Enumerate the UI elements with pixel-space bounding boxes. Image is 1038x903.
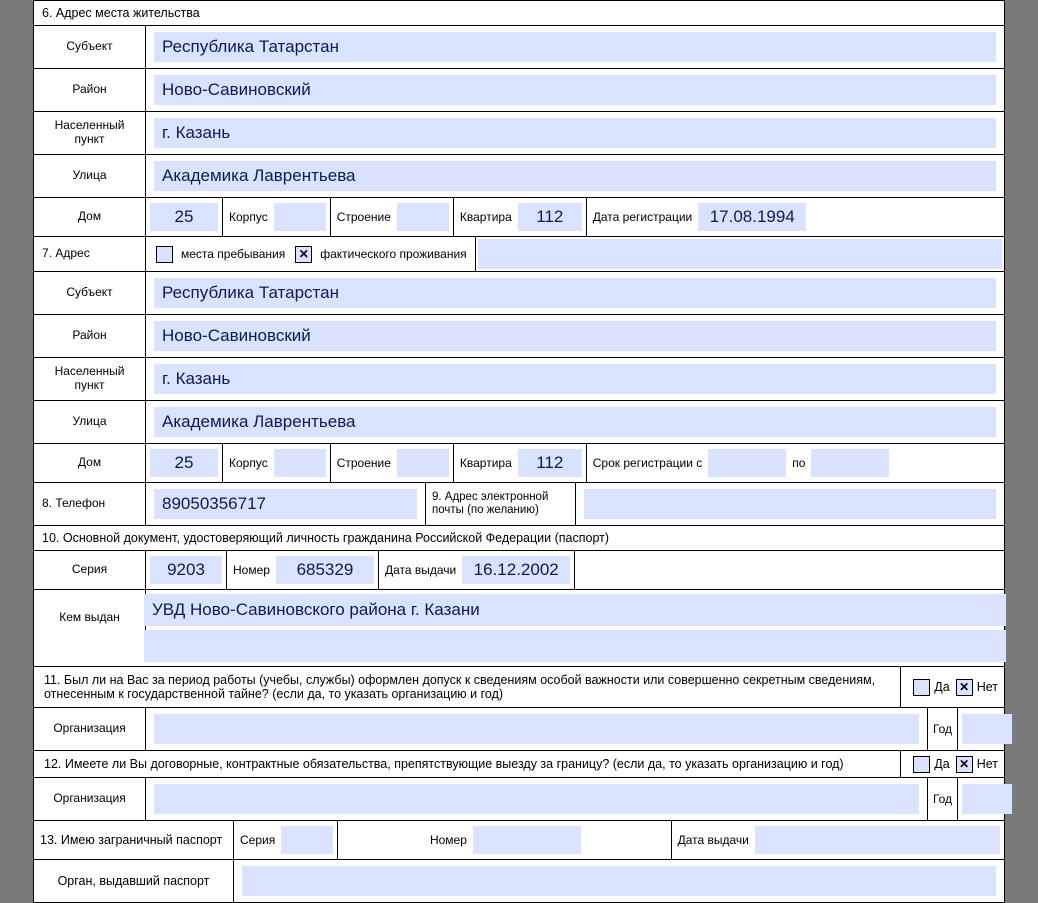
label-number-10: Номер [229,563,274,577]
field-building-6[interactable] [397,203,449,231]
field-year-12[interactable] [962,784,1012,814]
question-12: 12. Имеете ли Вы договорные, контрактные… [34,751,900,777]
field-issuedby-10[interactable]: УВД Ново-Савиновского района г. Казани [144,594,1006,626]
label-stay: места пребывания [177,247,289,261]
label-street-6: Улица [34,155,146,197]
field-issuedby-13[interactable] [242,866,996,896]
label-flat-7: Квартира [456,456,516,470]
label-year-11: Год [928,708,958,750]
field-series-10[interactable]: 9203 [150,556,222,584]
form-page: 6. Адрес места жительства Субъект Респуб… [33,0,1005,903]
label-series-10: Серия [34,551,146,589]
field-regto-7[interactable] [811,449,889,477]
label-12-yes: Да [934,757,949,771]
field-building-7[interactable] [397,449,449,477]
label-series-13: Серия [236,833,279,847]
label-11-yes: Да [934,680,949,694]
label-11-no: Нет [977,680,998,694]
checkbox-actual[interactable] [295,246,312,263]
label-district-6: Район [34,69,146,111]
field-district-7[interactable]: Ново-Савиновский [154,321,996,351]
label-subject-7: Субъект [34,272,146,314]
section-7-title: 7. Адрес [34,237,146,271]
label-house-7: Дом [34,444,146,482]
label-issuedby-13: Орган, выдавший паспорт [34,860,234,902]
field-street-7[interactable]: Академика Лаврентьева [154,407,996,437]
label-building-6: Строение [333,210,395,224]
checkbox-12-yes[interactable] [913,756,930,773]
field-house-7[interactable]: 25 [150,449,218,477]
field-number-10[interactable]: 685329 [276,556,374,584]
field-locality-7[interactable]: г. Казань [154,364,996,394]
field-number-13[interactable] [473,826,581,854]
field-regfrom-7[interactable] [708,449,786,477]
field-subject-7[interactable]: Республика Татарстан [154,278,996,308]
label-street-7: Улица [34,401,146,443]
label-building-7: Строение [333,456,395,470]
label-subject-6: Субъект [34,26,146,68]
field-district-6[interactable]: Ново-Савиновский [154,75,996,105]
label-actual: фактического проживания [316,247,470,261]
label-org-11: Организация [34,708,146,750]
field-org-12[interactable] [154,784,919,814]
field-flat-7[interactable]: 112 [518,449,582,477]
checkbox-12-no[interactable] [956,756,973,773]
label-house-6: Дом [34,198,146,236]
label-regto-7: по [788,456,809,470]
label-locality-7: Населенный пункт [34,358,146,400]
section-10-title: 10. Основной документ, удостоверяющий ли… [34,526,1004,551]
question-11: 11. Был ли на Вас за период работы (учеб… [34,667,900,707]
label-flat-6: Квартира [456,210,516,224]
field-house-6[interactable]: 25 [150,203,218,231]
checkbox-11-no[interactable] [956,679,973,696]
label-email: 9. Адрес электронной почты (по желанию) [426,483,576,525]
label-issuedate-10: Дата выдачи [381,563,460,577]
label-district-7: Район [34,315,146,357]
checkbox-11-yes[interactable] [913,679,930,696]
label-phone: 8. Телефон [34,483,146,525]
label-issuedate-13: Дата выдачи [674,833,753,847]
field-korpus-7[interactable] [274,449,326,477]
label-year-12: Год [928,778,958,820]
field-email[interactable] [584,489,996,519]
field-korpus-6[interactable] [274,203,326,231]
checkbox-stay[interactable] [156,246,173,263]
label-org-12: Организация [34,778,146,820]
field-year-11[interactable] [962,714,1012,744]
label-issuedby-10: Кем выдан [34,590,146,646]
field-issuedby-10-line2[interactable] [144,630,1006,662]
label-korpus-6: Корпус [225,210,272,224]
label-regdate-6: Дата регистрации [589,210,696,224]
field-subject-6[interactable]: Республика Татарстан [154,32,996,62]
field-street-6[interactable]: Академика Лаврентьева [154,161,996,191]
field-locality-6[interactable]: г. Казань [154,118,996,148]
field-issuedate-13[interactable] [755,826,1000,854]
field-phone[interactable]: 89050356717 [154,489,417,519]
field-flat-6[interactable]: 112 [518,203,582,231]
field-issuedate-10[interactable]: 16.12.2002 [462,556,570,584]
label-number-13: Номер [426,833,471,847]
label-12-no: Нет [977,757,998,771]
field-series-13[interactable] [281,826,333,854]
label-regperiod-7: Срок регистрации с [589,456,706,470]
label-locality-6: Населенный пункт [34,112,146,154]
section-13-title: 13. Имею заграничный паспорт [34,821,234,859]
label-korpus-7: Корпус [225,456,272,470]
field-regdate-6[interactable]: 17.08.1994 [698,203,806,231]
field-org-11[interactable] [154,714,919,744]
section-6-title: 6. Адрес места жительства [34,1,1004,26]
field-addr-extra[interactable] [478,239,1002,269]
